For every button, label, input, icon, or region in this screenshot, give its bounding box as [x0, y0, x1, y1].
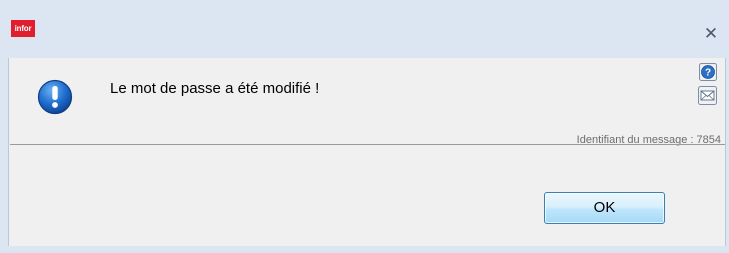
- window-bottom-border: [0, 246, 729, 253]
- infor-logo: infor: [11, 20, 35, 37]
- mail-icon[interactable]: [698, 86, 717, 105]
- dialog-body: Le mot de passe a été modifié ! ? Identi…: [8, 58, 726, 246]
- dialog-message: Le mot de passe a été modifié !: [110, 80, 320, 97]
- help-icon[interactable]: ?: [699, 63, 717, 81]
- ok-button[interactable]: OK: [544, 192, 665, 224]
- message-dialog: infor ✕ Le mot de passe a été modifié ! …: [0, 0, 729, 253]
- close-button[interactable]: ✕: [701, 24, 721, 44]
- separator: [10, 144, 725, 145]
- svg-text:?: ?: [705, 68, 711, 79]
- title-bar: infor ✕: [0, 0, 729, 58]
- info-icon: [37, 79, 73, 115]
